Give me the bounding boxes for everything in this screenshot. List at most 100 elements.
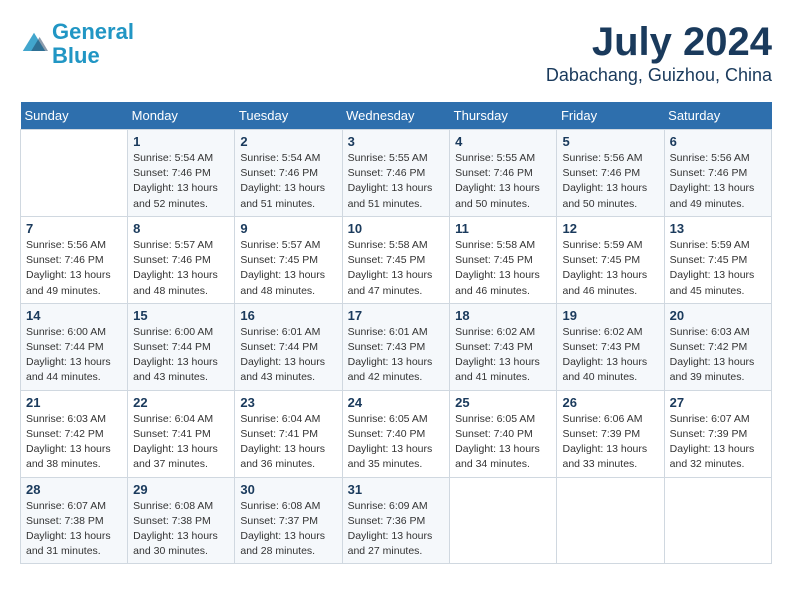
calendar-cell: 29 Sunrise: 6:08 AM Sunset: 7:38 PM Dayli… (128, 477, 235, 564)
logo-line2: Blue (52, 43, 100, 68)
calendar-cell (664, 477, 771, 564)
calendar-cell: 14Sunrise: 6:00 AM Sunset: 7:44 PM Dayli… (21, 303, 128, 390)
day-number: 22 (133, 395, 229, 410)
calendar-cell: 24 Sunrise: 6:05 AM Sunset: 7:40 PM Dayli… (342, 390, 450, 477)
day-info: Sunrise: 5:59 AM Sunset: 7:45 PM Dayligh… (670, 238, 766, 299)
calendar-cell: 30 Sunrise: 6:08 AM Sunset: 7:37 PM Dayli… (235, 477, 342, 564)
calendar-cell: 28 Sunrise: 6:07 AM Sunset: 7:38 PM Dayli… (21, 477, 128, 564)
calendar-cell: 22 Sunrise: 6:04 AM Sunset: 7:41 PM Dayli… (128, 390, 235, 477)
day-number: 29 (133, 482, 229, 497)
calendar-cell: 10Sunrise: 5:58 AM Sunset: 7:45 PM Dayli… (342, 216, 450, 303)
logo: General Blue (20, 20, 134, 68)
day-info: Sunrise: 5:55 AM Sunset: 7:46 PM Dayligh… (455, 151, 551, 212)
day-number: 20 (670, 308, 766, 323)
calendar-cell: 5 Sunrise: 5:56 AM Sunset: 7:46 PM Daylig… (557, 130, 664, 217)
calendar-cell: 17Sunrise: 6:01 AM Sunset: 7:43 PM Dayli… (342, 303, 450, 390)
day-info: Sunrise: 6:07 AM Sunset: 7:39 PM Dayligh… (670, 412, 766, 473)
weekday-friday: Friday (557, 102, 664, 130)
calendar-cell: 25 Sunrise: 6:05 AM Sunset: 7:40 PM Dayli… (450, 390, 557, 477)
day-number: 8 (133, 221, 229, 236)
calendar-cell: 19 Sunrise: 6:02 AM Sunset: 7:43 PM Dayli… (557, 303, 664, 390)
day-number: 12 (562, 221, 658, 236)
day-number: 26 (562, 395, 658, 410)
day-info: Sunrise: 5:55 AM Sunset: 7:46 PM Dayligh… (348, 151, 445, 212)
calendar-cell: 3 Sunrise: 5:55 AM Sunset: 7:46 PM Daylig… (342, 130, 450, 217)
calendar-cell: 1Sunrise: 5:54 AM Sunset: 7:46 PM Daylig… (128, 130, 235, 217)
day-number: 19 (562, 308, 658, 323)
day-info: Sunrise: 6:04 AM Sunset: 7:41 PM Dayligh… (240, 412, 336, 473)
day-number: 24 (348, 395, 445, 410)
day-number: 17 (348, 308, 445, 323)
day-number: 11 (455, 221, 551, 236)
day-number: 21 (26, 395, 122, 410)
day-number: 5 (562, 134, 658, 149)
day-number: 30 (240, 482, 336, 497)
day-number: 23 (240, 395, 336, 410)
page-header: General Blue July 2024 Dabachang, Guizho… (20, 20, 772, 86)
weekday-sunday: Sunday (21, 102, 128, 130)
day-info: Sunrise: 6:01 AM Sunset: 7:44 PM Dayligh… (240, 325, 336, 386)
calendar-cell: 21Sunrise: 6:03 AM Sunset: 7:42 PM Dayli… (21, 390, 128, 477)
location: Dabachang, Guizhou, China (546, 65, 772, 86)
calendar-cell: 2Sunrise: 5:54 AM Sunset: 7:46 PM Daylig… (235, 130, 342, 217)
day-number: 9 (240, 221, 336, 236)
day-number: 3 (348, 134, 445, 149)
day-number: 14 (26, 308, 122, 323)
weekday-thursday: Thursday (450, 102, 557, 130)
logo-text: General Blue (52, 20, 134, 68)
logo-icon (20, 30, 48, 58)
day-number: 1 (133, 134, 229, 149)
weekday-header-row: SundayMondayTuesdayWednesdayThursdayFrid… (21, 102, 772, 130)
weekday-monday: Monday (128, 102, 235, 130)
day-number: 28 (26, 482, 122, 497)
calendar-cell: 15 Sunrise: 6:00 AM Sunset: 7:44 PM Dayli… (128, 303, 235, 390)
calendar-cell: 7 Sunrise: 5:56 AM Sunset: 7:46 PM Daylig… (21, 216, 128, 303)
day-info: Sunrise: 5:59 AM Sunset: 7:45 PM Dayligh… (562, 238, 658, 299)
day-number: 6 (670, 134, 766, 149)
weekday-tuesday: Tuesday (235, 102, 342, 130)
day-number: 16 (240, 308, 336, 323)
weekday-wednesday: Wednesday (342, 102, 450, 130)
day-info: Sunrise: 6:08 AM Sunset: 7:38 PM Dayligh… (133, 499, 229, 560)
calendar-cell: 12 Sunrise: 5:59 AM Sunset: 7:45 PM Dayli… (557, 216, 664, 303)
title-block: July 2024 Dabachang, Guizhou, China (546, 20, 772, 86)
day-info: Sunrise: 5:57 AM Sunset: 7:46 PM Dayligh… (133, 238, 229, 299)
calendar-cell: 20Sunrise: 6:03 AM Sunset: 7:42 PM Dayli… (664, 303, 771, 390)
calendar-cell: 9 Sunrise: 5:57 AM Sunset: 7:45 PM Daylig… (235, 216, 342, 303)
month-title: July 2024 (546, 20, 772, 65)
calendar-cell (450, 477, 557, 564)
day-info: Sunrise: 6:06 AM Sunset: 7:39 PM Dayligh… (562, 412, 658, 473)
day-info: Sunrise: 6:09 AM Sunset: 7:36 PM Dayligh… (348, 499, 445, 560)
calendar-cell: 18Sunrise: 6:02 AM Sunset: 7:43 PM Dayli… (450, 303, 557, 390)
week-row-3: 14 Sunrise: 6:00 AM Sunset: 7:44 PM Dayli… (21, 303, 772, 390)
day-info: Sunrise: 6:07 AM Sunset: 7:38 PM Dayligh… (26, 499, 122, 560)
day-info: Sunrise: 6:02 AM Sunset: 7:43 PM Dayligh… (562, 325, 658, 386)
calendar-table: SundayMondayTuesdayWednesdayThursdayFrid… (20, 102, 772, 564)
day-info: Sunrise: 6:04 AM Sunset: 7:41 PM Dayligh… (133, 412, 229, 473)
calendar-cell: 11 Sunrise: 5:58 AM Sunset: 7:45 PM Dayli… (450, 216, 557, 303)
day-number: 7 (26, 221, 122, 236)
day-number: 13 (670, 221, 766, 236)
day-info: Sunrise: 5:58 AM Sunset: 7:45 PM Dayligh… (455, 238, 551, 299)
day-number: 15 (133, 308, 229, 323)
day-number: 18 (455, 308, 551, 323)
calendar-cell (21, 130, 128, 217)
day-info: Sunrise: 5:56 AM Sunset: 7:46 PM Dayligh… (26, 238, 122, 299)
calendar-cell: 31Sunrise: 6:09 AM Sunset: 7:36 PM Dayli… (342, 477, 450, 564)
day-info: Sunrise: 6:08 AM Sunset: 7:37 PM Dayligh… (240, 499, 336, 560)
calendar-cell: 27 Sunrise: 6:07 AM Sunset: 7:39 PM Dayli… (664, 390, 771, 477)
day-info: Sunrise: 5:57 AM Sunset: 7:45 PM Dayligh… (240, 238, 336, 299)
day-number: 27 (670, 395, 766, 410)
day-info: Sunrise: 6:05 AM Sunset: 7:40 PM Dayligh… (348, 412, 445, 473)
calendar-cell: 4Sunrise: 5:55 AM Sunset: 7:46 PM Daylig… (450, 130, 557, 217)
day-info: Sunrise: 6:05 AM Sunset: 7:40 PM Dayligh… (455, 412, 551, 473)
logo-line1: General (52, 19, 134, 44)
day-info: Sunrise: 5:56 AM Sunset: 7:46 PM Dayligh… (562, 151, 658, 212)
calendar-cell: 23 Sunrise: 6:04 AM Sunset: 7:41 PM Dayli… (235, 390, 342, 477)
weekday-saturday: Saturday (664, 102, 771, 130)
week-row-4: 21Sunrise: 6:03 AM Sunset: 7:42 PM Dayli… (21, 390, 772, 477)
week-row-5: 28 Sunrise: 6:07 AM Sunset: 7:38 PM Dayli… (21, 477, 772, 564)
day-info: Sunrise: 6:00 AM Sunset: 7:44 PM Dayligh… (133, 325, 229, 386)
calendar-cell: 13 Sunrise: 5:59 AM Sunset: 7:45 PM Dayli… (664, 216, 771, 303)
day-number: 25 (455, 395, 551, 410)
